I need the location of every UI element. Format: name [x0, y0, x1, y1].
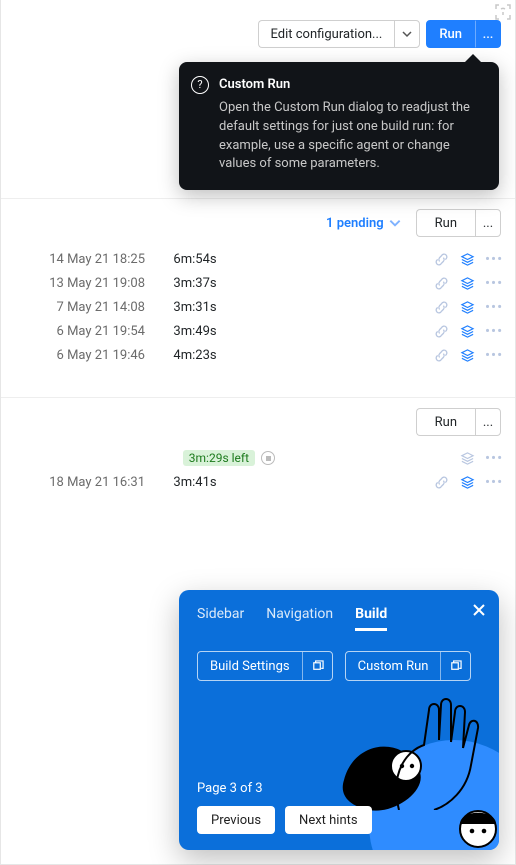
section2-run-button[interactable]: Run — [416, 408, 475, 436]
layers-icon[interactable] — [459, 323, 475, 339]
tooltip-body: Open the Custom Run dialog to readjust t… — [219, 99, 483, 174]
build-time: 6 May 21 19:54 — [15, 324, 155, 339]
section-run-group: Run ... — [416, 209, 501, 237]
running-row: 3m:29s left ••• — [1, 446, 515, 470]
close-button[interactable] — [467, 598, 491, 622]
row-more[interactable]: ••• — [485, 278, 501, 288]
build-duration: 3m:37s — [155, 276, 235, 291]
hint-page: Page 3 of 3 — [197, 781, 372, 796]
layers-icon[interactable] — [459, 347, 475, 363]
pill-label: Build Settings — [198, 652, 302, 680]
tab-build[interactable]: Build — [355, 606, 387, 631]
link-icon[interactable] — [433, 323, 449, 339]
running-badge: 3m:29s left — [183, 450, 255, 466]
section2-run-more[interactable]: ... — [475, 408, 501, 436]
build-time: 13 May 21 19:08 — [15, 276, 155, 291]
previous-button[interactable]: Previous — [197, 806, 275, 834]
build-duration: 6m:54s — [155, 252, 235, 267]
copy-icon[interactable] — [302, 652, 332, 680]
custom-run-tooltip: ? Custom Run Open the Custom Run dialog … — [179, 62, 499, 190]
build-row[interactable]: 18 May 21 16:313m:41s ••• — [1, 470, 515, 494]
build-time: 7 May 21 14:08 — [15, 300, 155, 315]
tab-sidebar[interactable]: Sidebar — [197, 606, 244, 631]
build-duration: 4m:23s — [155, 348, 235, 363]
topbar: Edit configuration... Run ... — [1, 0, 515, 48]
layers-icon[interactable] — [459, 299, 475, 315]
edit-config-button-group: Edit configuration... — [258, 20, 421, 48]
hint-panel: Sidebar Navigation Build Build Settings … — [179, 590, 499, 850]
build-duration: 3m:49s — [155, 324, 235, 339]
build-section-1: 1 pending Run ... 14 May 21 18:256m:54s •… — [1, 198, 515, 367]
build-row[interactable]: 14 May 21 18:256m:54s ••• — [1, 247, 515, 271]
build-duration: 3m:41s — [155, 475, 235, 490]
layers-icon[interactable] — [459, 474, 475, 490]
pending-text: 1 pending — [326, 216, 384, 231]
link-icon[interactable] — [433, 299, 449, 315]
pill-custom-run[interactable]: Custom Run — [345, 651, 472, 681]
build-section-2: Run ... 3m:29s left ••• 18 May 21 16:313… — [1, 397, 515, 494]
build-row[interactable]: 6 May 21 19:464m:23s ••• — [1, 343, 515, 367]
pill-build-settings[interactable]: Build Settings — [197, 651, 333, 681]
build-time: 6 May 21 19:46 — [15, 348, 155, 363]
build-row[interactable]: 7 May 21 14:083m:31s ••• — [1, 295, 515, 319]
copy-icon[interactable] — [440, 652, 470, 680]
run-button[interactable]: Run — [426, 20, 475, 48]
build-time: 18 May 21 16:31 — [15, 475, 155, 490]
next-hints-button[interactable]: Next hints — [285, 806, 372, 834]
section-run-button[interactable]: Run — [416, 209, 475, 237]
tab-navigation[interactable]: Navigation — [266, 606, 333, 631]
row-more[interactable]: ••• — [485, 254, 501, 264]
pill-label: Custom Run — [346, 652, 441, 680]
run-button-group: Run ... — [426, 20, 501, 48]
link-icon[interactable] — [433, 347, 449, 363]
edit-config-dropdown[interactable] — [394, 20, 420, 48]
corner-brackets-icon — [491, 0, 515, 24]
section2-run-group: Run ... — [416, 408, 501, 436]
stop-icon[interactable] — [261, 451, 275, 465]
link-icon[interactable] — [433, 251, 449, 267]
build-duration: 3m:31s — [155, 300, 235, 315]
build-time: 14 May 21 18:25 — [15, 252, 155, 267]
build-row[interactable]: 13 May 21 19:083m:37s ••• — [1, 271, 515, 295]
run-more-button[interactable]: ... — [475, 20, 501, 48]
pending-link[interactable]: 1 pending — [326, 216, 402, 231]
edit-config-button[interactable]: Edit configuration... — [258, 20, 395, 48]
row-more[interactable]: ••• — [485, 453, 501, 463]
close-icon — [472, 603, 486, 617]
build-row[interactable]: 6 May 21 19:543m:49s ••• — [1, 319, 515, 343]
layers-icon[interactable] — [459, 275, 475, 291]
deco-circle — [369, 740, 499, 850]
link-icon[interactable] — [433, 474, 449, 490]
help-icon: ? — [191, 76, 209, 94]
row-more[interactable]: ••• — [485, 477, 501, 487]
chevron-down-icon — [402, 29, 412, 39]
tooltip-title: Custom Run — [219, 76, 483, 95]
row-more[interactable]: ••• — [485, 326, 501, 336]
link-icon[interactable] — [433, 275, 449, 291]
chevron-down-icon — [388, 216, 402, 230]
hint-tabs: Sidebar Navigation Build — [179, 590, 499, 643]
layers-icon[interactable] — [459, 450, 475, 466]
layers-icon[interactable] — [459, 251, 475, 267]
row-more[interactable]: ••• — [485, 302, 501, 312]
row-more[interactable]: ••• — [485, 350, 501, 360]
section-run-more[interactable]: ... — [475, 209, 501, 237]
